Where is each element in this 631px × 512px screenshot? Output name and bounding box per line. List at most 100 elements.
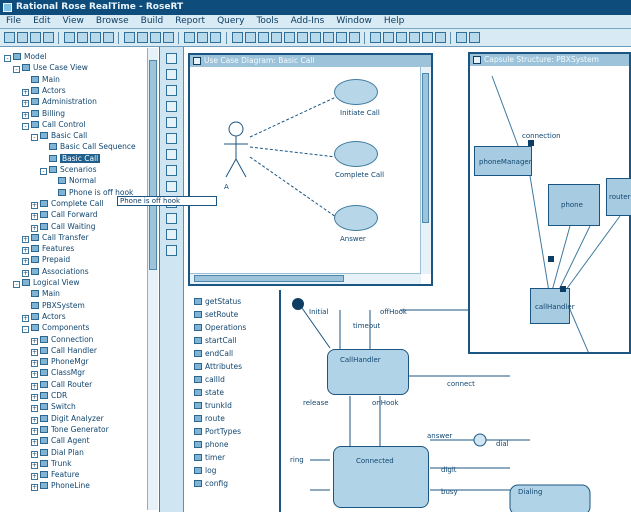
expand-icon[interactable]: + bbox=[31, 213, 38, 221]
member-item[interactable]: Operations bbox=[194, 322, 246, 333]
tree-item[interactable]: + Features bbox=[22, 243, 74, 255]
expand-icon[interactable]: + bbox=[31, 405, 38, 413]
tree-item[interactable]: + CDR bbox=[31, 390, 67, 401]
undo-icon[interactable] bbox=[103, 32, 114, 43]
context-help-icon[interactable] bbox=[469, 32, 480, 43]
member-item[interactable]: setRoute bbox=[194, 309, 238, 320]
tree-item[interactable]: Basic Call bbox=[40, 153, 101, 164]
collapse-icon[interactable]: - bbox=[13, 66, 20, 74]
zoom-out-icon[interactable] bbox=[163, 32, 174, 43]
capsule-role-manager[interactable]: phoneManager bbox=[474, 146, 532, 176]
tree-item[interactable]: + Complete Call bbox=[31, 198, 104, 209]
tree-item[interactable]: - Model bbox=[4, 51, 47, 62]
tree-item[interactable]: + Associations bbox=[22, 266, 89, 277]
state-diagram-icon[interactable] bbox=[297, 32, 308, 43]
tree-item[interactable]: + Call Forward bbox=[31, 209, 98, 221]
browse-icon[interactable] bbox=[124, 32, 135, 43]
capsule-role-b[interactable]: router bbox=[606, 178, 631, 216]
deployment-icon[interactable] bbox=[323, 32, 334, 43]
tree-item[interactable]: + Call Transfer bbox=[22, 232, 89, 243]
expand-icon[interactable]: + bbox=[31, 382, 38, 390]
menu-file[interactable]: File bbox=[0, 15, 27, 28]
expand-icon[interactable]: + bbox=[31, 416, 38, 424]
usecase-hscroll-thumb[interactable] bbox=[194, 275, 344, 282]
tree-item[interactable]: + Switch bbox=[31, 401, 76, 413]
run-icon[interactable] bbox=[197, 32, 208, 43]
usecase-vscroll[interactable] bbox=[420, 67, 431, 274]
tree-item[interactable]: + Call Handler bbox=[31, 345, 97, 356]
member-item[interactable]: callId bbox=[194, 374, 225, 385]
member-item[interactable]: Attributes bbox=[194, 361, 242, 372]
collapse-icon[interactable]: - bbox=[4, 55, 11, 62]
collapse-icon[interactable]: - bbox=[40, 168, 47, 175]
expand-icon[interactable]: + bbox=[31, 371, 38, 379]
member-item[interactable]: timer bbox=[194, 452, 225, 463]
expand-icon[interactable]: + bbox=[22, 88, 29, 96]
anchor-tool-icon[interactable] bbox=[166, 101, 177, 112]
state-bottom[interactable]: Connected bbox=[333, 446, 429, 508]
expand-icon[interactable]: + bbox=[22, 269, 29, 277]
expand-icon[interactable]: + bbox=[22, 100, 29, 108]
capsule-port[interactable] bbox=[528, 140, 534, 146]
expand-icon[interactable]: + bbox=[31, 473, 38, 481]
tree-item[interactable]: - Scenarios bbox=[40, 164, 97, 175]
usecase-2[interactable] bbox=[334, 141, 378, 167]
usecase-diagram-window[interactable]: Use Case Diagram: Basic Call Initiate Ca… bbox=[188, 53, 433, 286]
transition-tool-icon[interactable] bbox=[166, 229, 177, 240]
fit-window-icon[interactable] bbox=[232, 32, 243, 43]
tree-item[interactable]: + Dial Plan bbox=[31, 447, 84, 458]
member-item[interactable]: log bbox=[194, 465, 216, 476]
collapse-icon[interactable]: - bbox=[22, 122, 29, 130]
tree-item[interactable]: + Connection bbox=[31, 334, 93, 345]
copy-icon[interactable] bbox=[77, 32, 88, 43]
tree-item[interactable]: + Billing bbox=[22, 108, 65, 119]
tree-item[interactable]: + Feature bbox=[31, 469, 79, 481]
layout-icon[interactable] bbox=[435, 32, 446, 43]
new-icon[interactable] bbox=[4, 32, 15, 43]
package-tool-icon[interactable] bbox=[166, 117, 177, 128]
tree-item[interactable]: Main bbox=[22, 74, 60, 85]
tree-item[interactable]: - Logical View bbox=[13, 277, 79, 288]
sequence-icon[interactable] bbox=[271, 32, 282, 43]
capsule-role-a[interactable]: phone bbox=[548, 184, 600, 226]
capsule-window-title[interactable]: Capsule Structure: PBXSystem bbox=[470, 54, 629, 66]
association-tool-icon[interactable] bbox=[166, 165, 177, 176]
menu-build[interactable]: Build bbox=[135, 15, 170, 28]
collaboration-icon[interactable] bbox=[284, 32, 295, 43]
menu-window[interactable]: Window bbox=[330, 15, 378, 28]
expand-icon[interactable]: + bbox=[22, 111, 29, 119]
tree-item[interactable]: + Administration bbox=[22, 96, 97, 108]
menu-tools[interactable]: Tools bbox=[250, 15, 284, 28]
open-icon[interactable] bbox=[17, 32, 28, 43]
dependency-tool-icon[interactable] bbox=[166, 181, 177, 192]
menu-edit[interactable]: Edit bbox=[27, 15, 56, 28]
capsule-port[interactable] bbox=[560, 286, 566, 292]
tree-item[interactable]: + Actors bbox=[22, 85, 66, 96]
tree-item[interactable]: Basic Call Sequence bbox=[40, 141, 136, 152]
cut-icon[interactable] bbox=[64, 32, 75, 43]
tree-item[interactable]: + PhoneMgr bbox=[31, 356, 89, 368]
browser-scrollbar[interactable] bbox=[147, 48, 158, 510]
expand-icon[interactable]: + bbox=[22, 247, 29, 255]
class-diagram-icon[interactable] bbox=[245, 32, 256, 43]
capsule-icon[interactable] bbox=[336, 32, 347, 43]
align-right-icon[interactable] bbox=[396, 32, 407, 43]
menu-report[interactable]: Report bbox=[169, 15, 211, 28]
member-item[interactable]: config bbox=[194, 478, 228, 489]
tree-item[interactable]: - Call Control bbox=[22, 119, 86, 130]
expand-icon[interactable]: + bbox=[31, 224, 38, 232]
tree-item[interactable]: Normal bbox=[49, 175, 96, 186]
capsule-port[interactable] bbox=[548, 256, 554, 262]
tree-item[interactable]: - Components bbox=[22, 322, 89, 334]
expand-icon[interactable]: + bbox=[31, 484, 38, 492]
expand-icon[interactable]: + bbox=[31, 450, 38, 458]
menu-help[interactable]: Help bbox=[378, 15, 411, 28]
tree-item[interactable]: + ClassMgr bbox=[31, 367, 85, 379]
capsule-structure-window[interactable]: Capsule Structure: PBXSystem phoneManage… bbox=[468, 52, 631, 354]
align-bottom-icon[interactable] bbox=[422, 32, 433, 43]
usecase-1[interactable] bbox=[334, 79, 378, 105]
menu-query[interactable]: Query bbox=[211, 15, 250, 28]
usecase-hscroll[interactable] bbox=[190, 273, 421, 284]
port-tool-icon[interactable] bbox=[166, 245, 177, 256]
tree-item[interactable]: - Use Case View bbox=[13, 62, 88, 74]
